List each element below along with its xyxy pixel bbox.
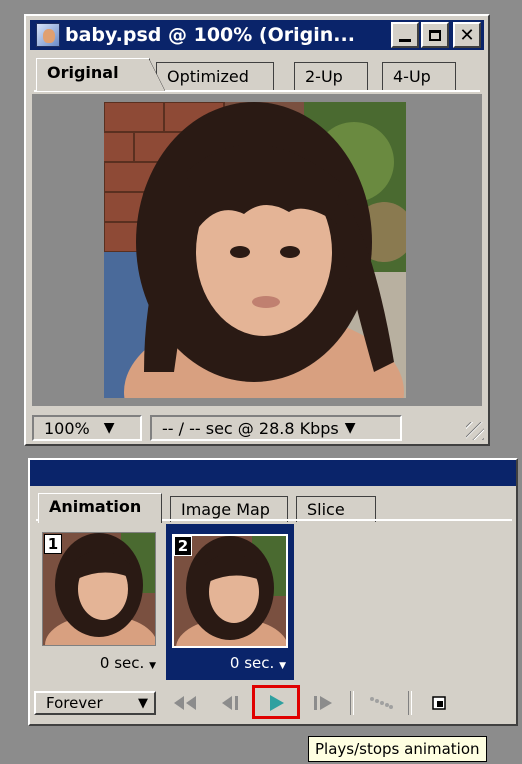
tab-slice-label: Slice (307, 500, 345, 519)
view-tabs: Original Optimized 2-Up 4-Up (36, 56, 480, 92)
play-button[interactable] (252, 685, 300, 719)
maximize-button[interactable] (421, 22, 449, 48)
tab-animation-label: Animation (49, 497, 142, 516)
animation-toolbar: Forever ▼ (34, 685, 512, 720)
animation-palette: Animation Image Map Slice 1 0 sec. ▼ 2 0… (28, 458, 518, 726)
chevron-down-icon: ▼ (138, 695, 148, 711)
palette-titlebar[interactable] (30, 460, 516, 486)
palette-tabs: Animation Image Map Slice (38, 492, 508, 523)
loop-options-dropdown[interactable]: Forever ▼ (34, 691, 156, 715)
animation-frame-2[interactable]: 2 0 sec. ▼ (166, 524, 294, 680)
tab-4-up[interactable]: 4-Up (382, 62, 456, 90)
minimize-icon (399, 38, 411, 42)
frames-strip: 1 0 sec. ▼ 2 0 sec. ▼ (36, 524, 514, 682)
animation-frame-1[interactable]: 1 0 sec. ▼ (36, 524, 164, 680)
tab-optimized-label: Optimized (167, 67, 249, 86)
frame-number: 2 (174, 536, 192, 556)
close-button[interactable]: ✕ (453, 22, 481, 48)
frame-delay-dropdown[interactable]: 0 sec. ▼ (230, 654, 286, 672)
minimize-button[interactable] (391, 22, 419, 48)
tooltip: Plays/stops animation (308, 736, 487, 762)
status-bar: 100% ▼ -- / -- sec @ 28.8 Kbps ▼ (32, 414, 402, 442)
zoom-dropdown[interactable]: 100% ▼ (32, 415, 142, 441)
next-frame-icon (314, 696, 332, 710)
tab-original[interactable]: Original (36, 58, 165, 91)
chevron-down-icon: ▼ (279, 661, 286, 671)
image-window: baby.psd @ 100% (Origin... ✕ Original Op… (24, 14, 490, 446)
baby-photo (104, 102, 406, 398)
resize-grip[interactable] (466, 422, 484, 440)
download-time-dropdown[interactable]: -- / -- sec @ 28.8 Kbps ▼ (150, 415, 402, 441)
frame-delay-value: 0 sec. (229, 654, 275, 672)
duplicate-frame-button[interactable] (416, 688, 462, 718)
chevron-down-icon: ▼ (344, 420, 356, 436)
frame-delay-dropdown[interactable]: 0 sec. ▼ (100, 654, 156, 672)
image-canvas[interactable] (32, 94, 482, 406)
frame-delay-value: 0 sec. (99, 654, 145, 672)
tab-animation[interactable]: Animation (38, 493, 162, 523)
close-icon: ✕ (459, 24, 475, 46)
photoshop-document-icon (36, 23, 60, 47)
chevron-down-icon: ▼ (103, 420, 115, 436)
tab-4-up-label: 4-Up (393, 67, 431, 86)
previous-frame-icon (222, 696, 238, 710)
maximize-icon (429, 29, 441, 41)
tab-optimized[interactable]: Optimized (156, 62, 274, 90)
tab-image-map-label: Image Map (181, 500, 270, 519)
tab-2-up[interactable]: 2-Up (294, 62, 368, 90)
download-time-value: -- / -- sec @ 28.8 Kbps (162, 418, 339, 438)
frame-number: 1 (44, 534, 62, 554)
tween-icon (370, 697, 393, 709)
previous-frame-button[interactable] (208, 688, 254, 718)
tab-original-label: Original (47, 63, 119, 82)
window-title: baby.psd @ 100% (Origin... (65, 24, 355, 46)
loop-value: Forever (46, 694, 103, 712)
duplicate-frame-icon (432, 696, 446, 710)
tab-2-up-label: 2-Up (305, 67, 343, 86)
tween-button[interactable] (358, 688, 404, 718)
first-frame-button[interactable] (162, 688, 208, 718)
image-window-titlebar[interactable]: baby.psd @ 100% (Origin... ✕ (30, 20, 484, 50)
play-button-highlight (252, 685, 300, 719)
first-frame-icon (174, 696, 196, 710)
chevron-down-icon: ▼ (149, 661, 156, 671)
next-frame-button[interactable] (300, 688, 346, 718)
zoom-value: 100% (44, 418, 90, 438)
